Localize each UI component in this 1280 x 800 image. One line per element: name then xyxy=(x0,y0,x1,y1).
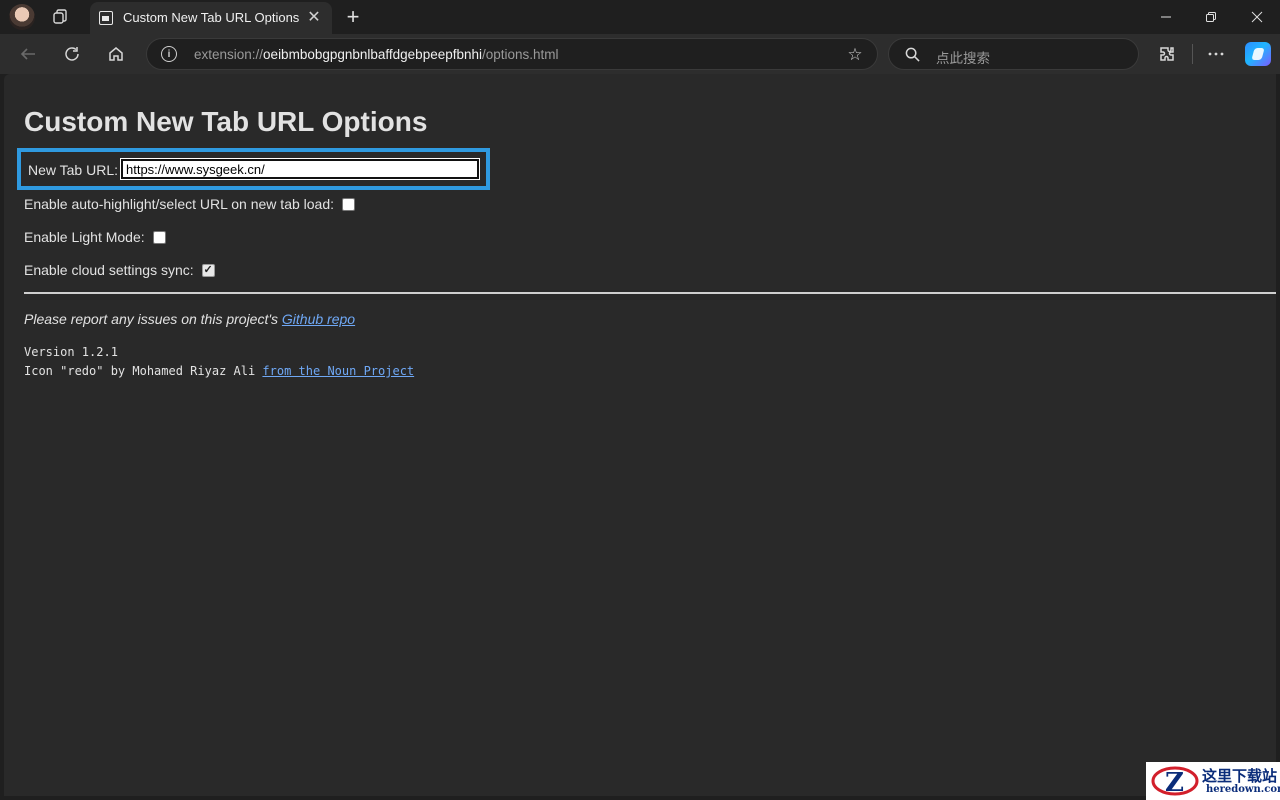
profile-avatar[interactable] xyxy=(9,4,35,30)
info-icon[interactable]: i xyxy=(161,46,177,62)
tab-favicon xyxy=(99,11,113,25)
watermark: Z 这里下载站 heredown.com xyxy=(1146,762,1280,800)
browser-toolbar: i extension://oeibmbobgpgnbnlbaffdgebpee… xyxy=(0,34,1280,74)
more-icon[interactable] xyxy=(1201,39,1231,69)
minimize-icon[interactable] xyxy=(1143,0,1189,34)
cloud-sync-checkbox[interactable]: ✓ xyxy=(201,263,215,277)
address-url[interactable]: extension://oeibmbobgpgnbnlbaffdgebpeepf… xyxy=(194,47,559,62)
restore-icon[interactable] xyxy=(1188,0,1234,34)
option-light-mode: Enable Light Mode: xyxy=(24,229,166,245)
home-icon[interactable] xyxy=(101,39,131,69)
close-icon[interactable]: ✕ xyxy=(304,7,324,27)
copilot-icon[interactable] xyxy=(1245,42,1271,66)
version-text: Version 1.2.1 xyxy=(24,345,118,359)
new-tab-url-label: New Tab URL: xyxy=(28,162,119,178)
url-scheme: extension:// xyxy=(194,47,264,62)
workspaces-icon[interactable] xyxy=(50,6,72,28)
option-auto-highlight: Enable auto-highlight/select URL on new … xyxy=(24,196,356,212)
light-mode-checkbox[interactable] xyxy=(152,230,166,244)
watermark-cn: 这里下载站 xyxy=(1202,767,1278,785)
option-label: Enable Light Mode: xyxy=(24,229,145,245)
option-cloud-sync: Enable cloud settings sync: ✓ xyxy=(24,262,215,278)
page-content: Custom New Tab URL Options New Tab URL: … xyxy=(4,74,1276,796)
auto-highlight-checkbox[interactable] xyxy=(342,197,356,211)
search-icon xyxy=(905,47,920,62)
divider xyxy=(24,292,1276,294)
search-placeholder: 点此搜索 xyxy=(936,51,990,66)
url-path: /options.html xyxy=(482,47,559,62)
tab-title: Custom New Tab URL Options xyxy=(123,10,300,25)
credit-text: Icon "redo" by Mohamed Riyaz Ali xyxy=(24,364,256,378)
close-window-icon[interactable] xyxy=(1234,0,1280,34)
option-label: Enable auto-highlight/select URL on new … xyxy=(24,196,335,212)
refresh-icon[interactable] xyxy=(57,39,87,69)
svg-text:Z: Z xyxy=(1165,768,1184,797)
watermark-en: heredown.com xyxy=(1206,784,1280,795)
back-icon[interactable] xyxy=(13,39,43,69)
url-host: oeibmbobgpgnbnlbaffdgebpeepfbnhi xyxy=(263,47,482,62)
plus-icon[interactable]: + xyxy=(340,4,366,30)
github-repo-link[interactable]: Github repo xyxy=(282,311,355,327)
toolbar-separator xyxy=(1192,44,1193,64)
tab-strip: Custom New Tab URL Options ✕ + xyxy=(0,0,1280,34)
option-label: Enable cloud settings sync: xyxy=(24,262,194,278)
active-tab[interactable]: Custom New Tab URL Options ✕ xyxy=(90,2,332,34)
extensions-icon[interactable] xyxy=(1152,39,1182,69)
credit-line: Icon "redo" by Mohamed Riyaz Ali from th… xyxy=(24,364,414,378)
noun-project-link[interactable]: from the Noun Project xyxy=(262,364,414,378)
report-text: Please report any issues on this project… xyxy=(24,311,279,327)
page-title: Custom New Tab URL Options xyxy=(24,106,428,137)
search-box[interactable]: 点此搜索 xyxy=(888,38,1139,70)
watermark-logo-icon: Z xyxy=(1151,766,1199,797)
new-tab-url-input[interactable] xyxy=(120,158,480,180)
address-bar[interactable]: i extension://oeibmbobgpgnbnlbaffdgebpee… xyxy=(146,38,878,70)
star-icon[interactable]: ☆ xyxy=(845,45,865,65)
report-issues-text: Please report any issues on this project… xyxy=(24,311,355,327)
new-tab-url-row: New Tab URL: xyxy=(17,148,490,190)
